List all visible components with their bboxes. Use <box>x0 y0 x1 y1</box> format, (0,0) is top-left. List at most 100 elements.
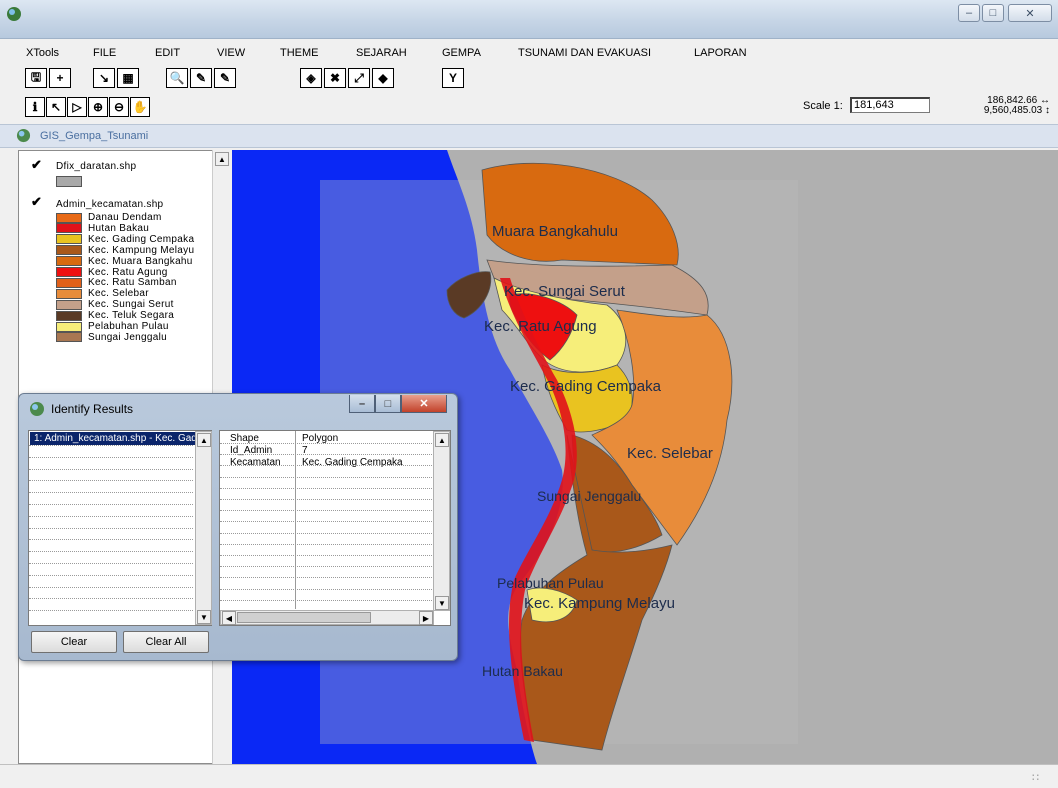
list-scroll-down-icon[interactable]: ▼ <box>197 610 211 624</box>
list-scroll-up-icon[interactable]: ▲ <box>197 433 211 447</box>
pan-hand-icon[interactable]: ✋ <box>130 97 150 117</box>
find-icon[interactable]: 🔍 <box>166 68 188 88</box>
menu-view[interactable]: VIEW <box>217 47 245 59</box>
menu-tsunami[interactable]: TSUNAMI DAN EVAKUASI <box>518 47 651 59</box>
identify-icon[interactable]: ℹ <box>25 97 45 117</box>
attribute-row-line <box>220 465 432 467</box>
legend-label: Kec. Sungai Serut <box>88 299 174 311</box>
dialog-minimize-button[interactable]: – <box>349 395 375 413</box>
attribute-row-line <box>220 566 432 568</box>
view-icon <box>16 128 31 143</box>
menu-gempa[interactable]: GEMPA <box>442 47 481 59</box>
list-row-line <box>29 480 193 482</box>
list-row-line <box>29 456 193 458</box>
results-list[interactable]: 1: Admin_kecamatan.shp - Kec. Gading Cem… <box>28 430 212 626</box>
attribute-column-divider <box>295 431 296 609</box>
scale-input[interactable]: 181,643 <box>850 97 930 113</box>
zoom-out-icon[interactable]: ⊖ <box>109 97 129 117</box>
attribute-row-line <box>220 521 432 523</box>
vertex-edit-icon[interactable]: ▷ <box>67 97 87 117</box>
table-icon[interactable]: ▦ <box>117 68 139 88</box>
zoom-previous-icon[interactable]: ◆ <box>372 68 394 88</box>
dialog-maximize-button[interactable]: □ <box>375 395 401 413</box>
document-title-bar: GIS_Gempa_Tsunami <box>0 124 1058 148</box>
legend-swatch <box>56 310 82 321</box>
legend-swatch <box>56 256 82 267</box>
layer2-checkbox-icon[interactable]: ✔ <box>31 194 42 210</box>
attribute-row-line <box>220 532 432 534</box>
legend-item: Pelabuhan Pulau <box>56 321 169 332</box>
attr-scroll-left-icon[interactable]: ◀ <box>222 611 236 625</box>
attribute-vscrollbar[interactable]: ▲ ▼ <box>433 431 450 611</box>
menu-theme[interactable]: THEME <box>280 47 319 59</box>
maximize-button[interactable]: □ <box>982 4 1004 22</box>
zoom-active-icon[interactable]: ✖ <box>324 68 346 88</box>
dialog-close-button[interactable]: ✕ <box>401 395 447 413</box>
legend-item: Kec. Sungai Serut <box>56 299 174 310</box>
legend-label: Kec. Muara Bangkahu <box>88 255 193 267</box>
menu-xtools[interactable]: XTools <box>26 47 59 59</box>
results-list-scrollbar[interactable]: ▲ ▼ <box>195 431 212 625</box>
coord-y: 9,560,485.03 <box>983 105 1043 116</box>
identify-results-dialog: Identify Results – □ ✕ 1: Admin_kecamata… <box>18 393 458 661</box>
attribute-row-line <box>220 499 432 500</box>
menu-sejarah[interactable]: SEJARAH <box>356 47 407 59</box>
attr-hscroll-thumb[interactable] <box>237 612 371 623</box>
clear-button[interactable]: Clear <box>31 631 117 653</box>
xtools-icon[interactable]: Y <box>442 68 464 88</box>
legend-label: Danau Dendam <box>88 212 162 223</box>
legend-item: Kec. Gading Cempaka <box>56 234 194 245</box>
attr-scroll-right-icon[interactable]: ▶ <box>419 611 433 625</box>
zoom-selected-icon[interactable]: ⤢ <box>348 68 370 88</box>
attr-scroll-down-icon[interactable]: ▼ <box>435 596 449 610</box>
pointer-icon[interactable]: ↖ <box>46 97 66 117</box>
legend-item: Kec. Teluk Segara <box>56 310 174 321</box>
add-theme-icon[interactable]: + <box>49 68 71 88</box>
resize-grip-icon[interactable]: ∷ <box>1032 771 1039 784</box>
attribute-row-line <box>220 454 432 456</box>
results-list-item[interactable]: 1: Admin_kecamatan.shp - Kec. Gading Cem… <box>30 432 195 445</box>
map-label-sungai-jenggalu: Sungai Jenggalu <box>537 488 641 504</box>
close-button[interactable]: ✕ <box>1008 4 1052 22</box>
menu-file[interactable]: FILE <box>93 47 116 59</box>
legend-item: Kec. Kampung Melayu <box>56 245 194 256</box>
locate-icon[interactable]: ✎ <box>214 68 236 88</box>
layer1-name[interactable]: Dfix_daratan.shp <box>56 161 136 172</box>
attribute-row-line <box>220 588 432 590</box>
legend-label: Kec. Selebar <box>88 288 149 300</box>
toolbar-view: ↘ ▦ <box>93 68 139 88</box>
menu-bar: XTools FILE EDIT VIEW THEME SEJARAH GEMP… <box>0 44 1058 64</box>
map-label-selebar: Kec. Selebar <box>627 445 713 462</box>
toolbar-zoom: ◈ ✖ ⤢ ◆ <box>300 68 394 88</box>
legend-item: Kec. Muara Bangkahu <box>56 256 193 267</box>
attribute-row-line <box>220 577 432 579</box>
legend-label: Pelabuhan Pulau <box>88 321 169 332</box>
minimize-button[interactable]: – <box>958 4 980 22</box>
legend-swatch <box>56 245 82 256</box>
save-icon[interactable]: 🖫 <box>25 68 47 88</box>
layer1-swatch <box>56 176 82 187</box>
attribute-row-line <box>220 599 432 601</box>
legend-item: Hutan Bakau <box>56 223 149 234</box>
query-builder-icon[interactable]: ✎ <box>190 68 212 88</box>
layer1-checkbox-icon[interactable]: ✔ <box>31 157 42 173</box>
legend-edit-icon[interactable]: ↘ <box>93 68 115 88</box>
map-label-kampung-melayu: Kec. Kampung Melayu <box>524 595 675 612</box>
list-row-line <box>29 574 193 576</box>
legend-label: Kec. Ratu Agung <box>88 266 168 278</box>
legend-swatch <box>56 234 82 245</box>
list-row-line <box>29 527 193 529</box>
menu-laporan[interactable]: LAPORAN <box>694 47 747 59</box>
map-label-hutan-bakau: Hutan Bakau <box>482 663 563 679</box>
attr-scroll-up-icon[interactable]: ▲ <box>435 433 449 447</box>
scroll-up-icon[interactable]: ▲ <box>215 152 229 166</box>
attribute-hscrollbar[interactable]: ◀ ▶ <box>220 610 434 625</box>
clear-all-button[interactable]: Clear All <box>123 631 209 653</box>
zoom-full-icon[interactable]: ◈ <box>300 68 322 88</box>
zoom-in-icon[interactable]: ⊕ <box>88 97 108 117</box>
legend-label: Kec. Ratu Samban <box>88 277 177 289</box>
district-muara-bangkahulu[interactable] <box>481 162 679 266</box>
toolbar-xtools: Y <box>442 68 464 88</box>
menu-edit[interactable]: EDIT <box>155 47 180 59</box>
layer2-name[interactable]: Admin_kecamatan.shp <box>56 199 163 210</box>
